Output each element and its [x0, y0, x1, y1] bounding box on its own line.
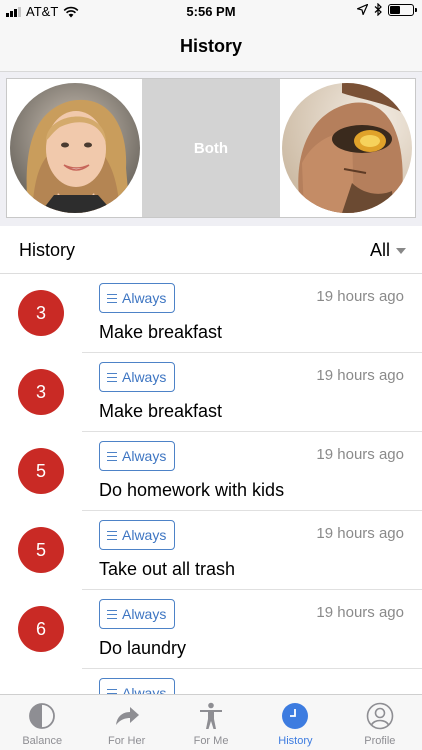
partner-him-button[interactable]: [279, 79, 416, 217]
partner-both-button[interactable]: Both: [142, 79, 280, 217]
partner-him-avatar: [282, 83, 413, 213]
page-title: History: [179, 36, 242, 56]
row-timestamp: 19 hours ago: [316, 288, 404, 305]
profile-icon: [366, 702, 394, 730]
tab-for-me[interactable]: For Me: [169, 695, 253, 750]
points-badge: 3: [18, 290, 64, 336]
history-filter-dropdown[interactable]: All: [370, 240, 406, 261]
frequency-tag: Always: [99, 441, 176, 471]
frequency-tag-label: Always: [122, 606, 167, 622]
tab-label: For Her: [107, 735, 146, 747]
caret-down-icon: [396, 247, 406, 254]
history-row[interactable]: 5 Always 19 hours ago Do homework with k…: [0, 432, 422, 511]
frequency-tag: Always: [99, 362, 176, 392]
frequency-tag-label: Always: [122, 685, 167, 694]
tab-bar: Balance For Her For Me History Profile: [0, 694, 422, 750]
partner-her-button[interactable]: [7, 79, 143, 217]
row-timestamp: 19 hours ago: [316, 446, 404, 463]
battery-fill: [390, 5, 400, 14]
task-name: Do homework with kids: [99, 480, 285, 500]
history-list-title: History: [19, 240, 76, 260]
clock-icon: [282, 703, 309, 729]
location-arrow-icon: [357, 4, 368, 15]
task-name: Take out all trash: [99, 559, 236, 579]
tab-label: Profile: [364, 735, 396, 747]
history-row[interactable]: 3 Always 19 hours ago Make breakfast: [0, 353, 422, 432]
task-name: Do laundry: [99, 638, 187, 658]
row-timestamp: 19 hours ago: [316, 604, 404, 621]
row-timestamp: 19 hours ago: [316, 525, 404, 542]
battery-icon: [388, 3, 417, 16]
list-icon: [107, 372, 117, 382]
tab-for-her[interactable]: For Her: [84, 695, 168, 750]
task-name: Make breakfast: [99, 401, 223, 421]
screen: AT&T 5:56 PM History Both History All 3 …: [0, 0, 422, 750]
tab-label: History: [278, 735, 313, 747]
history-row[interactable]: 6 Always 19 hours ago Do laundry: [0, 590, 422, 669]
partner-selector: Both: [6, 78, 416, 218]
share-arrow-icon: [115, 707, 139, 725]
list-icon: [107, 609, 117, 619]
bluetooth-icon: [374, 3, 382, 16]
tab-history[interactable]: History: [253, 695, 337, 750]
history-list-header: History All: [0, 226, 422, 274]
points-badge: 5: [18, 527, 64, 573]
navigation-bar: History: [0, 22, 422, 72]
history-list: History All 3 Always 19 hours ago Make b…: [0, 226, 422, 694]
points-badge: 5: [18, 448, 64, 494]
points-badge: 6: [18, 606, 64, 652]
partner-both-label: Both: [193, 139, 229, 157]
person-icon: [200, 702, 223, 729]
tab-label: For Me: [193, 735, 229, 747]
frequency-tag: Always: [99, 678, 176, 694]
frequency-tag-label: Always: [122, 369, 167, 385]
partner-her-avatar: [9, 83, 140, 213]
frequency-tag: Always: [99, 283, 176, 313]
filter-value: All: [369, 240, 390, 260]
row-timestamp: 19 hours ago: [316, 367, 404, 384]
history-row[interactable]: 5 Always 19 hours ago Take out all trash: [0, 511, 422, 590]
frequency-tag-label: Always: [122, 527, 167, 543]
list-icon: [107, 293, 117, 303]
balance-icon: [29, 703, 56, 729]
tab-label: Balance: [22, 735, 63, 747]
frequency-tag: Always: [99, 599, 176, 629]
list-icon: [107, 451, 117, 461]
status-right: [357, 3, 417, 16]
frequency-tag: Always: [99, 520, 176, 550]
points-badge: 3: [18, 369, 64, 415]
history-row[interactable]: Always: [0, 669, 422, 694]
tab-profile[interactable]: Profile: [338, 695, 422, 750]
status-bar: AT&T 5:56 PM: [0, 0, 422, 22]
tab-balance[interactable]: Balance: [0, 695, 84, 750]
history-row[interactable]: 3 Always 19 hours ago Make breakfast: [0, 274, 422, 353]
frequency-tag-label: Always: [122, 448, 167, 464]
task-name: Make breakfast: [99, 322, 223, 342]
list-icon: [107, 530, 117, 540]
frequency-tag-label: Always: [122, 290, 167, 306]
